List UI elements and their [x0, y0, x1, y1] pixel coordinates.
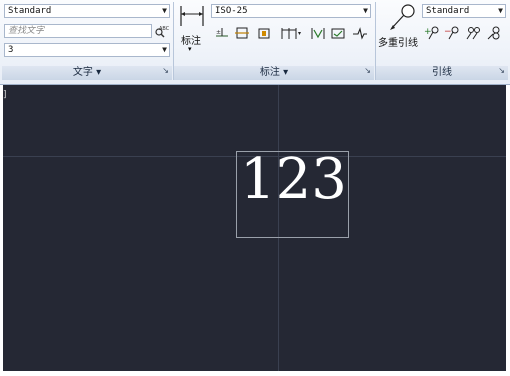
multileader-icon — [390, 4, 415, 30]
panel-launcher-icon[interactable]: ↘ — [162, 64, 169, 78]
add-leader-button[interactable]: + — [422, 24, 440, 40]
text-height-value: 3 — [8, 45, 14, 55]
align-leaders-button[interactable] — [464, 24, 482, 40]
inspect-dimension-icon — [331, 28, 345, 39]
remove-leader-button[interactable]: − — [442, 24, 460, 40]
collect-leaders-button[interactable] — [484, 24, 502, 40]
remove-leader-icon: − — [444, 26, 459, 40]
dimension-override-icon — [258, 28, 270, 39]
dropdown-arrow-icon: ▾ — [96, 67, 102, 78]
baseline-dimension-icon: ▾ — [281, 28, 301, 39]
svg-text:±: ± — [216, 29, 221, 36]
dimension-panel: 标注 ▾ ISO-25 ▼ ± ▾ 标注 ▾ ↘ — [174, 0, 374, 80]
dim-tool-4[interactable]: ▾ — [278, 24, 302, 40]
linear-dimension-icon — [180, 6, 204, 26]
chevron-down-icon: ▼ — [498, 6, 503, 15]
chevron-down-icon: ▼ — [162, 45, 167, 54]
text-height-select[interactable]: 3 ▼ — [4, 43, 170, 57]
drawing-canvas[interactable]: ] 123 — [3, 85, 506, 371]
text-panel: Standard ▼ 查找文字 ABC 3 ▼ 文字 ▾ ↘ — [2, 0, 172, 80]
collect-leaders-icon — [487, 26, 500, 40]
dimension-text-icon: ± — [216, 28, 228, 37]
dim-tool-3[interactable] — [254, 24, 272, 40]
align-leaders-icon — [466, 27, 480, 40]
text-panel-title-bar[interactable]: 文字 ▾ ↘ — [2, 66, 172, 80]
ribbon: Standard ▼ 查找文字 ABC 3 ▼ 文字 ▾ ↘ 标注 ▾ ISO-… — [0, 0, 510, 85]
chevron-down-icon: ▼ — [162, 6, 167, 15]
dim-tool-6[interactable] — [328, 24, 346, 40]
leader-panel: 多重引线 Standard ▼ + − 引线 ↘ — [376, 0, 508, 80]
dim-tool-7[interactable] — [350, 24, 368, 40]
dropdown-arrow-icon: ▾ — [283, 67, 289, 78]
add-leader-icon: + — [424, 26, 439, 40]
dimension-style-select[interactable]: ISO-25 ▼ — [211, 4, 371, 18]
dimension-panel-title: 标注 — [259, 67, 280, 78]
adjust-space-icon — [311, 28, 325, 39]
svg-text:−: − — [444, 27, 452, 37]
panel-launcher-icon[interactable]: ↘ — [498, 64, 505, 78]
dim-tool-5[interactable] — [308, 24, 326, 40]
multileader-style-value: Standard — [426, 6, 470, 16]
dim-tool-1[interactable]: ± — [212, 24, 230, 40]
text-object[interactable]: 123 — [236, 147, 349, 238]
multileader-button[interactable]: 多重引线 — [378, 2, 422, 62]
leader-panel-title-bar[interactable]: 引线 ↘ — [376, 66, 508, 80]
dimension-panel-title-bar[interactable]: 标注 ▾ ↘ — [174, 66, 374, 80]
dim-tool-2[interactable] — [232, 24, 250, 40]
multileader-button-label: 多重引线 — [378, 38, 418, 49]
multileader-style-select[interactable]: Standard ▼ — [422, 4, 506, 18]
jogged-linear-icon — [353, 27, 367, 40]
mtext-content: 123 — [240, 147, 347, 212]
svg-text:▾: ▾ — [298, 30, 301, 37]
leader-panel-title: 引线 — [432, 67, 452, 78]
panel-launcher-icon[interactable]: ↘ — [364, 64, 371, 78]
check-spelling-button[interactable]: ABC — [152, 23, 170, 39]
find-text-placeholder: 查找文字 — [8, 26, 45, 36]
spell-check-icon: ABC — [155, 26, 169, 38]
chevron-down-icon: ▼ — [363, 6, 368, 15]
text-style-value: Standard — [8, 6, 52, 16]
text-style-select[interactable]: Standard ▼ — [4, 4, 170, 18]
dimension-break-icon — [235, 27, 249, 39]
dimension-style-value: ISO-25 — [215, 6, 248, 16]
viewport-label[interactable]: ] — [3, 90, 7, 100]
find-text-field[interactable]: 查找文字 — [4, 24, 152, 38]
svg-text:+: + — [424, 27, 432, 37]
chevron-down-icon: ▾ — [188, 45, 192, 53]
dimension-button[interactable]: 标注 ▾ — [177, 2, 207, 62]
text-panel-title: 文字 — [72, 67, 93, 78]
